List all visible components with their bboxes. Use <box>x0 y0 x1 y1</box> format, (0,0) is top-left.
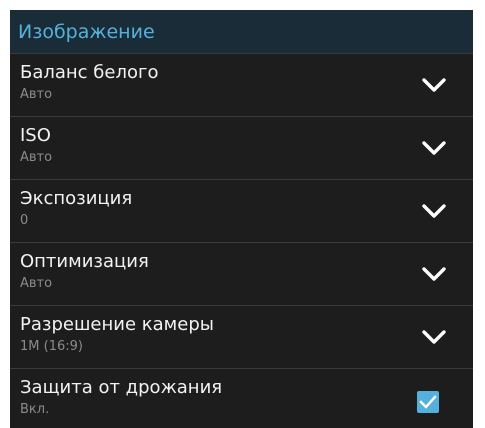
setting-title: Баланс белого <box>20 62 159 83</box>
setting-title: Защита от дрожания <box>20 377 223 398</box>
setting-title: ISO <box>20 125 51 146</box>
setting-value: 1M (16:9) <box>20 339 83 354</box>
setting-value: Авто <box>20 87 53 102</box>
chevron-down-icon[interactable] <box>421 324 447 350</box>
setting-iso[interactable]: ISO Авто <box>10 116 473 179</box>
checkmark-icon <box>419 395 437 409</box>
setting-title: Оптимизация <box>20 251 149 272</box>
section-header: Изображение <box>10 10 473 53</box>
setting-value: Вкл. <box>20 402 50 417</box>
section-title: Изображение <box>18 20 155 43</box>
chevron-down-icon[interactable] <box>421 198 447 224</box>
stabilization-checkbox[interactable] <box>417 391 439 413</box>
setting-camera-resolution[interactable]: Разрешение камеры 1M (16:9) <box>10 305 473 368</box>
setting-optimization[interactable]: Оптимизация Авто <box>10 242 473 305</box>
setting-title: Разрешение камеры <box>20 314 214 335</box>
setting-stabilization[interactable]: Защита от дрожания Вкл. <box>10 368 473 428</box>
chevron-down-icon[interactable] <box>421 72 447 98</box>
setting-title: Экспозиция <box>20 188 133 209</box>
setting-white-balance[interactable]: Баланс белого Авто <box>10 53 473 116</box>
chevron-down-icon[interactable] <box>421 135 447 161</box>
chevron-down-icon[interactable] <box>421 261 447 287</box>
setting-value: Авто <box>20 276 53 291</box>
setting-exposure[interactable]: Экспозиция 0 <box>10 179 473 242</box>
camera-settings-panel: Изображение Баланс белого Авто ISO Авто … <box>10 10 473 428</box>
setting-value: 0 <box>20 213 29 228</box>
setting-value: Авто <box>20 150 53 165</box>
